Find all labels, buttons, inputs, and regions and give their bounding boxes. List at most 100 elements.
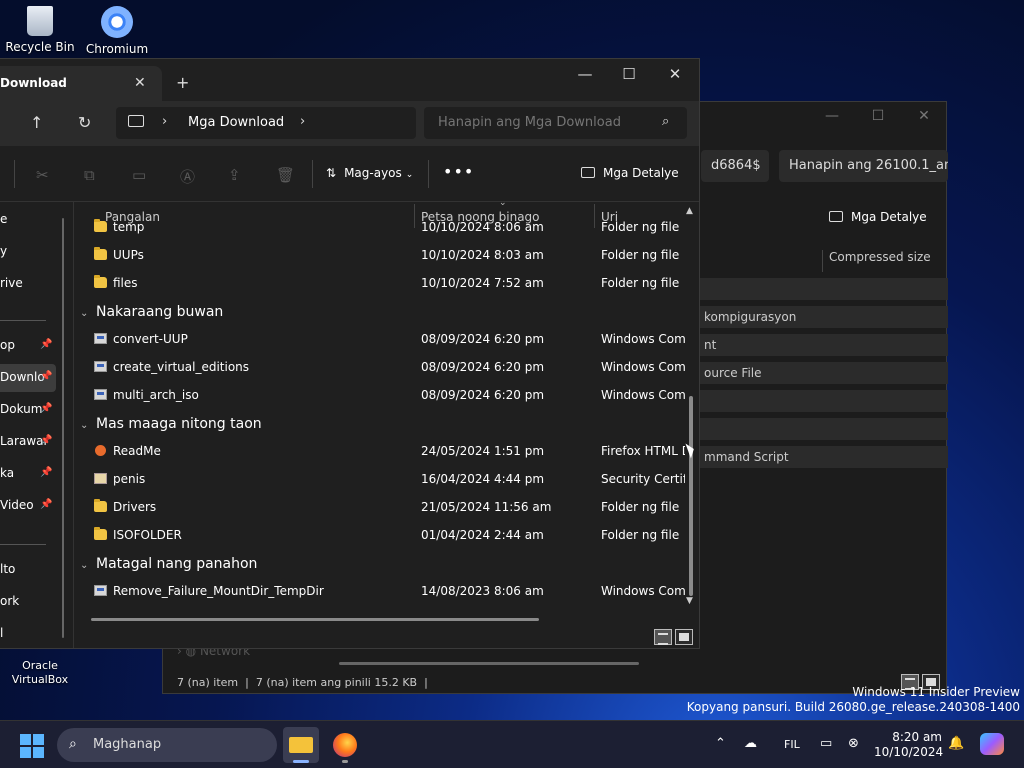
tab-close-icon[interactable]: ✕	[134, 75, 146, 91]
file-row[interactable]: UUPs 10/10/2024 8:03 am Folder ng file	[74, 242, 684, 270]
onedrive-icon[interactable]: ☁	[744, 736, 757, 751]
desktop-icon-chromium[interactable]: Chromium	[77, 6, 157, 56]
copy-icon[interactable]: ⧉	[84, 166, 95, 184]
start-button-windows-icon[interactable]	[20, 734, 44, 758]
nav-pane-item[interactable]: e	[0, 206, 56, 234]
nav-pane-item[interactable]: Dokum 📌	[0, 396, 56, 424]
file-type: Folder ng file	[601, 220, 680, 234]
file-row[interactable]: create_virtual_editions 08/09/2024 6:20 p…	[74, 354, 685, 382]
group-header[interactable]: ⌄ Mas maaga nitong taon	[80, 416, 262, 432]
clock-date: 10/10/2024	[874, 745, 944, 759]
nav-pane-item[interactable]: ka 📌	[0, 460, 56, 488]
background-row[interactable]: nt	[698, 334, 948, 356]
group-header-label: Nakaraang buwan	[96, 304, 224, 320]
file-row[interactable]: multi_arch_iso 08/09/2024 6:20 pm Windows …	[74, 382, 685, 410]
network-icon[interactable]: ▭	[820, 736, 832, 751]
background-details-button[interactable]: Mga Detalye	[829, 210, 927, 224]
details-pane-button[interactable]: Mga Detalye	[581, 166, 679, 180]
background-row[interactable]: mmand Script	[698, 446, 948, 468]
notification-bell-icon[interactable]: 🔔	[948, 736, 964, 751]
file-row[interactable]: temp 10/10/2024 8:06 am Folder ng file	[74, 214, 684, 242]
vertical-scrollbar[interactable]: ▲ ▼	[686, 206, 698, 610]
file-row[interactable]: ISOFOLDER 01/04/2024 2:44 am Folder ng fil…	[74, 522, 684, 550]
background-close-button[interactable]: ✕	[901, 108, 947, 130]
address-bar[interactable]: › Mga Download ›	[116, 107, 416, 139]
file-type: Folder ng file	[601, 248, 680, 262]
column-header-compressed-size[interactable]: Compressed size	[822, 250, 931, 272]
sort-button[interactable]: ⇅ Mag-ayos ⌄	[326, 166, 413, 180]
clock[interactable]: 8:20 am 10/10/2024	[874, 730, 944, 760]
copilot-icon[interactable]	[980, 733, 1004, 755]
breadcrumb-downloads[interactable]: Mga Download	[188, 115, 284, 130]
taskbar-firefox[interactable]	[327, 727, 363, 763]
search-input[interactable]	[438, 115, 648, 130]
volume-muted-icon[interactable]: ⊗	[848, 736, 859, 751]
nav-pane-item-label: e	[0, 212, 8, 226]
scroll-up-icon[interactable]: ▲	[686, 206, 693, 216]
desktop-icon-virtualbox[interactable]: Oracle VirtualBox	[0, 645, 80, 687]
background-row[interactable]: kompigurasyon	[698, 306, 948, 328]
background-status-bar: 7 (na) item | 7 (na) item ang pinili 15.…	[177, 676, 428, 689]
file-type: Windows Comm	[601, 332, 685, 346]
nav-pane-item[interactable]: lto	[0, 556, 56, 584]
delete-icon[interactable]: 🗑	[276, 166, 295, 184]
horizontal-scrollbar[interactable]	[91, 618, 539, 621]
nav-pane-item[interactable]: rive	[0, 270, 56, 298]
file-row[interactable]: convert-UUP 08/09/2024 6:20 pm Windows Com…	[74, 326, 685, 354]
paste-icon[interactable]: ▭	[132, 166, 146, 184]
cut-icon[interactable]: ✂	[36, 166, 49, 184]
file-row[interactable]: ReadMe 24/05/2024 1:51 pm Firefox HTML D	[74, 438, 685, 466]
navigation-pane-scrollbar[interactable]	[62, 218, 64, 638]
maximize-button[interactable]: ☐	[606, 65, 652, 87]
background-hscroll[interactable]	[339, 662, 639, 665]
explorer-window[interactable]: Download ✕ + — ☐ ✕ ↑ ↻ › Mga Download › …	[0, 58, 700, 649]
rename-icon[interactable]: Ⓐ	[180, 166, 195, 187]
refresh-icon[interactable]: ↻	[78, 113, 91, 132]
nav-pane-item[interactable]: l	[0, 620, 56, 648]
background-row[interactable]	[698, 390, 948, 412]
scrollbar-thumb[interactable]	[689, 396, 693, 596]
file-row[interactable]: Drivers 21/05/2024 11:56 am Folder ng file	[74, 494, 684, 522]
file-name: ISOFOLDER	[113, 528, 182, 542]
language-indicator[interactable]: FIL	[784, 738, 800, 751]
chevron-right-icon[interactable]: ›	[300, 114, 305, 129]
tab-bar[interactable]: Download ✕ + — ☐ ✕	[0, 59, 699, 101]
toolbar-divider	[14, 160, 15, 188]
recycle-bin-icon	[27, 6, 53, 36]
minimize-button[interactable]: —	[562, 65, 608, 87]
certificate-icon	[94, 473, 107, 484]
background-row[interactable]	[698, 418, 948, 440]
background-address-bar[interactable]: d6864$	[701, 150, 769, 182]
close-button[interactable]: ✕	[652, 65, 698, 87]
taskbar-file-explorer[interactable]	[283, 727, 319, 763]
background-minimize-button[interactable]: —	[809, 108, 855, 130]
up-arrow-icon[interactable]: ↑	[30, 113, 43, 132]
background-maximize-button[interactable]: ☐	[855, 108, 901, 130]
background-search-box[interactable]: Hanapin ang 26100.1_am	[779, 150, 948, 182]
see-more-button[interactable]: •••	[443, 162, 474, 181]
taskbar-search-placeholder: Maghanap	[93, 737, 162, 752]
file-row[interactable]: Remove_Failure_MountDir_TempDir 14/08/202…	[74, 578, 685, 606]
nav-pane-item[interactable]: ork	[0, 588, 56, 616]
nav-pane-item[interactable]: y	[0, 238, 56, 266]
tab-downloads[interactable]: Download ✕	[0, 66, 162, 101]
share-icon[interactable]: ⇪	[228, 166, 241, 184]
background-row[interactable]	[698, 278, 948, 300]
scroll-down-icon[interactable]: ▼	[686, 596, 693, 606]
nav-pane-item[interactable]: Video 📌	[0, 492, 56, 520]
taskbar-search[interactable]: ⌕ Maghanap	[57, 728, 277, 762]
nav-pane-item[interactable]: Downlo 📌	[0, 364, 56, 392]
search-box[interactable]: ⌕	[424, 107, 687, 139]
file-row[interactable]: files 10/10/2024 7:52 am Folder ng file	[74, 270, 684, 298]
new-tab-button[interactable]: +	[176, 73, 189, 92]
group-header[interactable]: ⌄ Matagal nang panahon	[80, 556, 257, 572]
background-row[interactable]: ource File	[698, 362, 948, 384]
details-view-icon[interactable]	[654, 629, 672, 645]
tiles-view-icon[interactable]	[675, 629, 693, 645]
nav-pane-item[interactable]: op 📌	[0, 332, 56, 360]
chevron-up-icon[interactable]: ⌃	[715, 736, 726, 751]
nav-pane-item[interactable]: Larawar 📌	[0, 428, 56, 456]
group-header[interactable]: ⌄ Nakaraang buwan	[80, 304, 223, 320]
file-row[interactable]: penis 16/04/2024 4:44 pm Security Certific	[74, 466, 685, 494]
desktop-icon-recycle-bin[interactable]: Recycle Bin	[0, 6, 80, 54]
